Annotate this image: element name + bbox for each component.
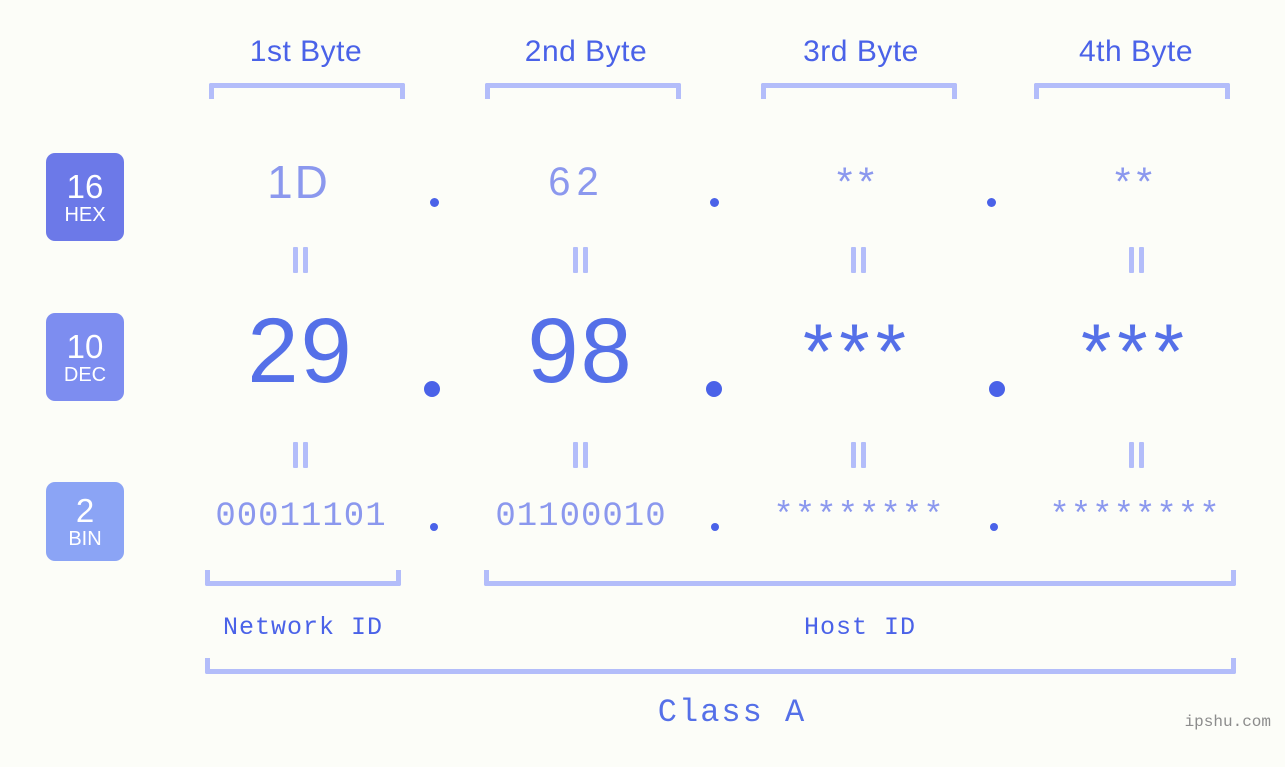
site-watermark: ipshu.com	[1184, 713, 1271, 731]
ip-address-breakdown-diagram: 1st Byte 2nd Byte 3rd Byte 4th Byte 16 H…	[0, 0, 1285, 767]
bin-separator-dot-2	[711, 523, 719, 531]
base-badge-dec-number: 10	[66, 327, 104, 365]
dec-byte-1: 29	[247, 300, 354, 402]
base-badge-bin: 2 BIN	[46, 482, 124, 561]
equality-mark-dec-bin-4	[1129, 442, 1144, 468]
class-label: Class A	[657, 694, 807, 731]
base-badge-bin-number: 2	[75, 492, 95, 529]
byte-header-1: 1st Byte	[249, 35, 363, 68]
base-badge-bin-name: BIN	[68, 528, 102, 550]
byte-header-3: 3rd Byte	[803, 35, 919, 68]
equality-mark-hex-dec-3	[851, 247, 866, 273]
hex-byte-3: **	[836, 160, 881, 204]
bin-byte-2: 01100010	[495, 498, 667, 536]
byte-bracket-3	[761, 83, 957, 99]
hex-separator-dot-2	[710, 198, 719, 207]
byte-bracket-1	[209, 83, 405, 99]
base-badge-hex-name: HEX	[64, 203, 106, 226]
host-id-label: Host ID	[803, 613, 917, 642]
bin-byte-3: ********	[773, 498, 945, 536]
bin-separator-dot-3	[990, 523, 998, 531]
dec-separator-dot-1	[424, 381, 440, 397]
byte-bracket-2	[485, 83, 681, 99]
equality-mark-dec-bin-1	[293, 442, 308, 468]
base-badge-hex: 16 HEX	[46, 153, 124, 241]
base-badge-hex-number: 16	[66, 167, 104, 205]
dec-separator-dot-2	[706, 381, 722, 397]
bin-byte-1: 00011101	[215, 498, 387, 536]
network-id-label: Network ID	[222, 613, 384, 642]
hex-byte-4: **	[1114, 160, 1159, 204]
equality-mark-dec-bin-3	[851, 442, 866, 468]
class-bracket	[205, 658, 1236, 674]
equality-mark-hex-dec-4	[1129, 247, 1144, 273]
network-id-bracket	[205, 570, 401, 586]
base-badge-dec-name: DEC	[63, 363, 107, 386]
equality-mark-hex-dec-1	[293, 247, 308, 273]
hex-separator-dot-1	[430, 198, 439, 207]
equality-mark-hex-dec-2	[573, 247, 588, 273]
base-badge-dec: 10 DEC	[46, 313, 124, 401]
dec-byte-2: 98	[527, 300, 634, 402]
dec-byte-3: ***	[802, 307, 913, 395]
dec-byte-4: ***	[1080, 307, 1191, 395]
bin-separator-dot-1	[430, 523, 438, 531]
byte-header-2: 2nd Byte	[524, 35, 648, 68]
dec-separator-dot-3	[989, 381, 1005, 397]
byte-bracket-4	[1034, 83, 1230, 99]
hex-byte-1: 1D	[267, 156, 330, 208]
bin-byte-4: ********	[1049, 498, 1221, 536]
host-id-bracket	[484, 570, 1236, 586]
equality-mark-dec-bin-2	[573, 442, 588, 468]
hex-separator-dot-3	[987, 198, 996, 207]
byte-header-4: 4th Byte	[1078, 35, 1194, 68]
hex-byte-2: 62	[548, 160, 605, 204]
